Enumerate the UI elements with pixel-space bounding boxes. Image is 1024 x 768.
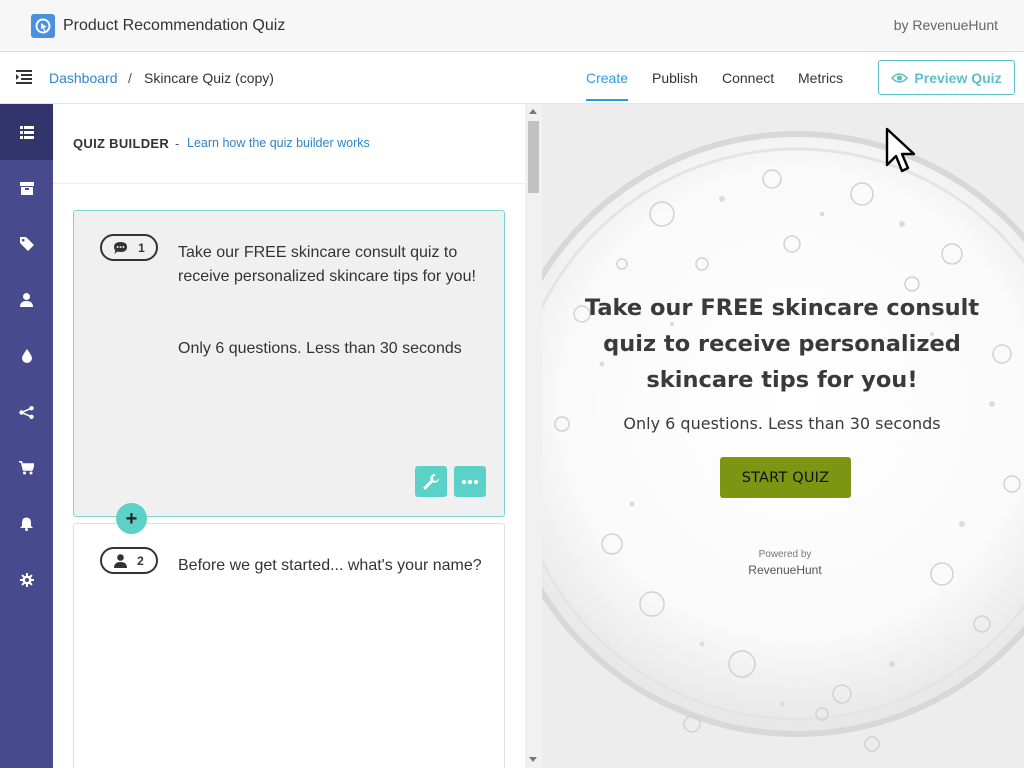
question-text-1: Take our FREE skincare consult quiz to r… [178,244,476,285]
powered-by-label: Powered by [758,549,812,560]
preview-quiz-button[interactable]: Preview Quiz [878,60,1015,95]
sidebar-item-notifications[interactable] [0,496,53,552]
builder-scrollbar[interactable] [525,104,542,768]
app-logo-icon [31,13,55,38]
sidebar-item-products[interactable] [0,160,53,216]
preview-title: Take our FREE skincare consult quiz to r… [584,295,980,393]
sidebar-item-customers[interactable] [0,272,53,328]
question-card-1[interactable]: 1 Take our FREE skincare consult quiz to… [73,210,505,517]
quiz-preview-panel: Take our FREE skincare consult quiz to r… [542,104,1024,768]
gear-icon [19,573,34,587]
breadcrumb-separator: / [128,70,132,86]
more-horizontal-icon [461,479,479,484]
builder-title-dash: - [175,136,180,151]
builder-header: QUIZ BUILDER - Learn how the quiz builde… [53,104,525,184]
sidebar-item-tags[interactable] [0,216,53,272]
user-icon [20,293,33,307]
tab-create[interactable]: Create [586,70,628,86]
add-question-button[interactable]: + [116,503,147,534]
question-number-1: 1 [138,240,145,255]
tab-metrics[interactable]: Metrics [798,70,843,86]
eye-icon [891,72,909,83]
drop-icon [21,349,32,363]
sub-header: Dashboard / Skincare Quiz (copy) Create … [0,52,1024,104]
preview-subtitle: Only 6 questions. Less than 30 seconds [623,414,941,433]
menu-collapse-icon[interactable] [16,70,32,84]
person-icon [114,553,128,568]
sidebar [0,104,53,768]
mouse-cursor-icon [885,127,916,173]
wrench-icon [423,473,439,490]
question-subtext-1: Only 6 questions. Less than 30 seconds [178,340,462,357]
list-icon [19,125,34,139]
cart-icon [19,461,34,475]
active-tab-indicator [586,99,628,101]
sidebar-item-design[interactable] [0,328,53,384]
question-badge-2: 2 [100,547,158,574]
branch-icon [19,405,34,419]
chat-icon [114,241,128,254]
breadcrumb-dashboard[interactable]: Dashboard [49,70,118,86]
breadcrumb-current: Skincare Quiz (copy) [144,70,274,86]
app-title: Product Recommendation Quiz [63,16,286,34]
app-bar: Product Recommendation Quiz by RevenueHu… [0,0,1024,52]
scroll-thumb[interactable] [528,121,539,193]
question-text-2: Before we get started... what's your nam… [178,557,482,574]
more-options-button[interactable] [454,466,486,497]
quiz-builder-panel: QUIZ BUILDER - Learn how the quiz builde… [53,104,525,768]
edit-question-button[interactable] [415,466,447,497]
app-vendor: by RevenueHunt [893,17,998,33]
scroll-down-arrow-icon[interactable] [529,757,537,762]
sidebar-item-settings[interactable] [0,552,53,608]
scroll-up-arrow-icon[interactable] [529,109,537,114]
powered-by-brand[interactable]: RevenueHunt [722,563,848,577]
question-badge-1: 1 [100,234,158,261]
sidebar-item-cart[interactable] [0,440,53,496]
builder-help-link[interactable]: Learn how the quiz builder works [187,136,370,150]
box-icon [19,181,34,195]
builder-title: QUIZ BUILDER [73,136,170,151]
sidebar-item-builder[interactable] [0,104,53,160]
bell-icon [20,517,33,531]
tab-connect[interactable]: Connect [722,70,774,86]
preview-quiz-label: Preview Quiz [914,69,1002,86]
question-card-2[interactable]: 2 Before we get started... what's your n… [73,523,505,768]
tag-icon [19,237,34,251]
sidebar-item-logic[interactable] [0,384,53,440]
tab-publish[interactable]: Publish [652,70,698,86]
start-quiz-button[interactable]: START QUIZ [720,457,851,498]
question-number-2: 2 [137,553,144,568]
water-bubbles-background [542,104,1024,768]
